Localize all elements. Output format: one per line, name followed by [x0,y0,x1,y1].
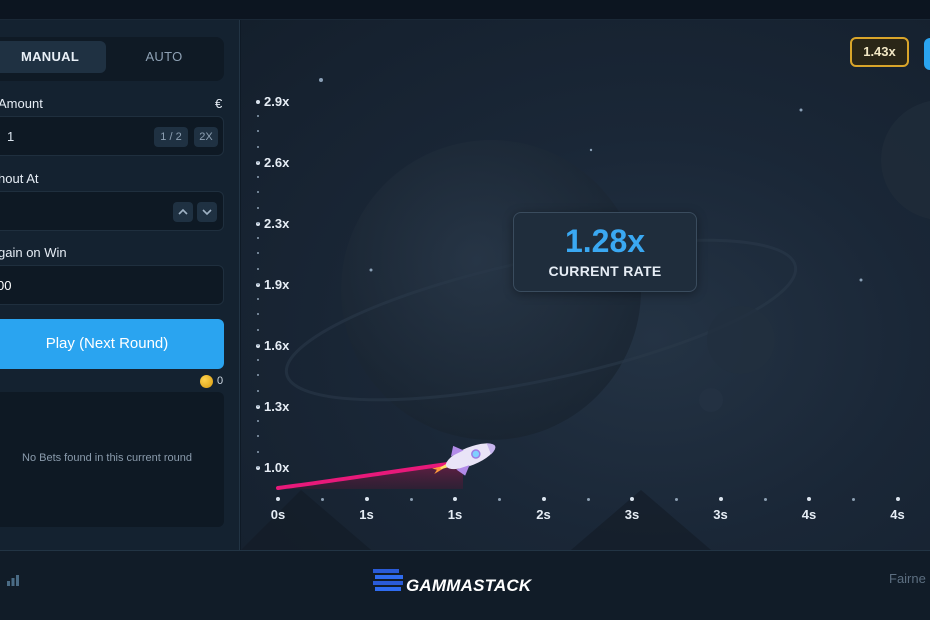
y-axis-label: 2.9x [264,94,290,109]
y-axis-tick [257,328,259,331]
y-axis-tick [257,267,259,270]
y-axis-label: 1.0x [264,460,290,475]
x-axis-dot [718,497,723,501]
y-axis-tick [257,343,259,346]
gammastack-logo-icon [373,569,403,591]
fairness-link[interactable]: Fairne [889,571,926,586]
play-button[interactable]: Play (Next Round) [0,319,224,369]
y-axis-tick [257,160,259,163]
bet-amount-value: 1 [7,129,15,144]
y-axis-tick [257,359,259,361]
y-axis-tick [257,404,259,407]
y-axis-tick [257,389,259,392]
double-bet-button[interactable]: 2X [194,127,218,147]
x-axis-dot [276,497,280,501]
y-axis-label: 2.6x [264,155,290,170]
chevron-up-icon[interactable] [173,202,193,222]
x-axis-dot [453,497,457,501]
top-bar [0,0,930,20]
stop-gain-value: 00 [0,278,12,293]
y-axis-tick [257,237,259,239]
y-axis-tick [257,420,259,422]
brand-name: GAMMASTACK [406,576,532,595]
x-axis-dot [541,497,546,501]
stop-gain-field[interactable]: 00 [0,265,224,305]
coin-icon [200,375,213,388]
tab-manual[interactable]: MANUAL [0,41,106,73]
x-axis-tick [763,498,767,501]
y-axis-label: 2.3x [264,216,290,231]
balance-value: 0 [217,375,224,387]
x-axis-label: 4s [890,507,905,522]
x-axis-label: 3s [624,507,640,522]
y-axis-tick [257,145,259,148]
bets-list: No Bets found in this current round [0,392,224,527]
mode-tabs: MANUAL AUTO [0,37,224,81]
x-axis-label: 1s [447,507,463,522]
x-axis-label: 3s [713,507,728,522]
x-axis-label: 1s [359,507,374,522]
y-axis-tick [257,221,259,224]
y-axis-tick [257,115,259,117]
x-axis-tick [321,498,324,501]
no-bets-message: No Bets found in this current round [22,452,192,464]
multiplier-graph [276,443,496,490]
y-axis-label: 1.9x [264,277,290,292]
bet-amount-field[interactable]: 1 1 / 2 2X [0,116,224,156]
bet-amount-label: Amount [0,96,43,111]
cashout-label: hout At [0,171,39,186]
y-axis-tick [257,298,259,300]
game-canvas: 1.43x 1.28x CURRENT RATE 2.9x 2.6x 2.3x 1.9… [241,20,930,550]
x-axis-tick [409,498,413,501]
y-axis-tick [257,282,259,285]
x-axis-dot [895,497,900,501]
y-axis-label: 1.3x [264,399,290,414]
stop-gain-label: gain on Win [0,245,67,260]
y-axis-tick [257,206,259,209]
x-axis-tick [586,498,590,501]
currency-symbol: € [215,96,223,111]
chevron-down-icon[interactable] [197,202,217,222]
x-axis-tick [498,498,501,501]
cashout-field[interactable] [0,191,224,231]
y-axis-tick [257,176,259,178]
y-axis-label: 1.6x [264,338,290,353]
tab-auto[interactable]: AUTO [108,41,220,73]
x-axis-dot [807,497,811,501]
x-axis-tick [852,498,855,501]
x-axis-dot [364,497,369,501]
x-axis-tick [675,498,678,501]
y-axis-dot [256,100,260,104]
x-axis-dot [630,497,634,501]
half-bet-button[interactable]: 1 / 2 [154,127,188,147]
y-axis-tick [257,450,259,453]
x-axis-label: 4s [801,507,817,522]
x-axis-label: 0s [270,507,286,522]
x-axis-label: 2s [536,507,551,522]
signal-icon [7,575,19,586]
bet-panel: MANUAL AUTO Amount € 1 1 / 2 2X hout At … [0,20,240,550]
y-axis-tick [257,465,259,468]
